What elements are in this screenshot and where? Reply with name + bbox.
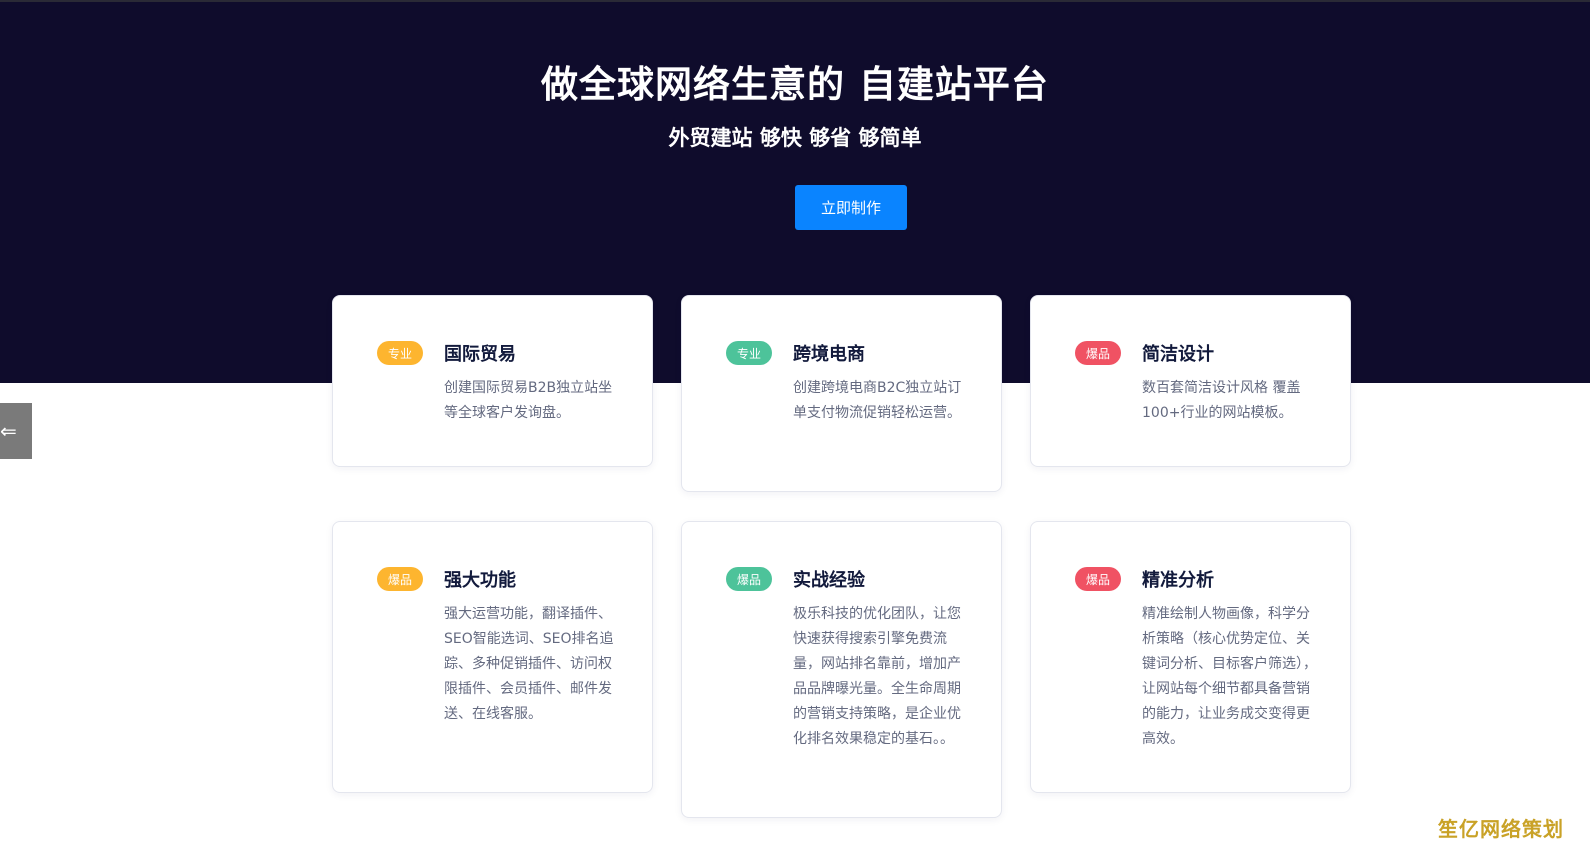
badge-hot: 爆品 <box>726 567 772 591</box>
feature-card-functions[interactable]: 爆品 强大功能 强大运营功能，翻译插件、SEO智能选词、SEO排名追踪、多种促销… <box>332 521 653 793</box>
feature-card-analysis[interactable]: 爆品 精准分析 精准绘制人物画像，科学分析策略（核心优势定位、关键词分析、目标客… <box>1030 521 1351 793</box>
card-desc: 强大运营功能，翻译插件、SEO智能选词、SEO排名追踪、多种促销插件、访问权限插… <box>444 606 614 722</box>
feature-card-ecommerce[interactable]: 专业 跨境电商 创建跨境电商B2C独立站订单支付物流促销轻松运营。 <box>681 295 1002 492</box>
card-desc: 极乐科技的优化团队，让您快速获得搜索引擎免费流量，网站排名靠前，增加产品品牌曝光… <box>793 606 961 747</box>
card-title: 实战经验 <box>793 570 865 591</box>
card-title: 国际贸易 <box>444 344 516 365</box>
arrow-left-icon: ⇐ <box>0 419 17 443</box>
card-desc: 精准绘制人物画像，科学分析策略（核心优势定位、关键词分析、目标客户筛选），让网站… <box>1142 606 1317 747</box>
card-desc: 创建跨境电商B2C独立站订单支付物流促销轻松运营。 <box>793 380 962 421</box>
badge-pro: 专业 <box>377 341 423 365</box>
hero-subtitle: 外贸建站 够快 够省 够简单 <box>668 126 922 150</box>
card-desc: 创建国际贸易B2B独立站坐等全球客户发询盘。 <box>444 380 613 421</box>
card-title: 精准分析 <box>1142 570 1214 591</box>
card-desc: 数百套简洁设计风格 覆盖100+行业的网站模板。 <box>1142 380 1301 421</box>
feature-card-experience[interactable]: 爆品 实战经验 极乐科技的优化团队，让您快速获得搜索引擎免费流量，网站排名靠前，… <box>681 521 1002 818</box>
badge-hot: 爆品 <box>377 567 423 591</box>
badge-pro: 专业 <box>726 341 772 365</box>
card-title: 简洁设计 <box>1142 344 1214 365</box>
side-back-tab[interactable]: ⇐ <box>0 403 32 459</box>
badge-hot: 爆品 <box>1075 567 1121 591</box>
start-button[interactable]: 立即制作 <box>795 185 907 230</box>
feature-card-design[interactable]: 爆品 简洁设计 数百套简洁设计风格 覆盖100+行业的网站模板。 <box>1030 295 1351 467</box>
watermark-text: 笙亿网络策划 <box>1438 817 1564 841</box>
card-title: 强大功能 <box>444 570 516 591</box>
badge-hot: 爆品 <box>1075 341 1121 365</box>
card-title: 跨境电商 <box>793 344 865 365</box>
hero-title: 做全球网络生意的 自建站平台 <box>541 63 1049 106</box>
feature-card-trade[interactable]: 专业 国际贸易 创建国际贸易B2B独立站坐等全球客户发询盘。 <box>332 295 653 467</box>
